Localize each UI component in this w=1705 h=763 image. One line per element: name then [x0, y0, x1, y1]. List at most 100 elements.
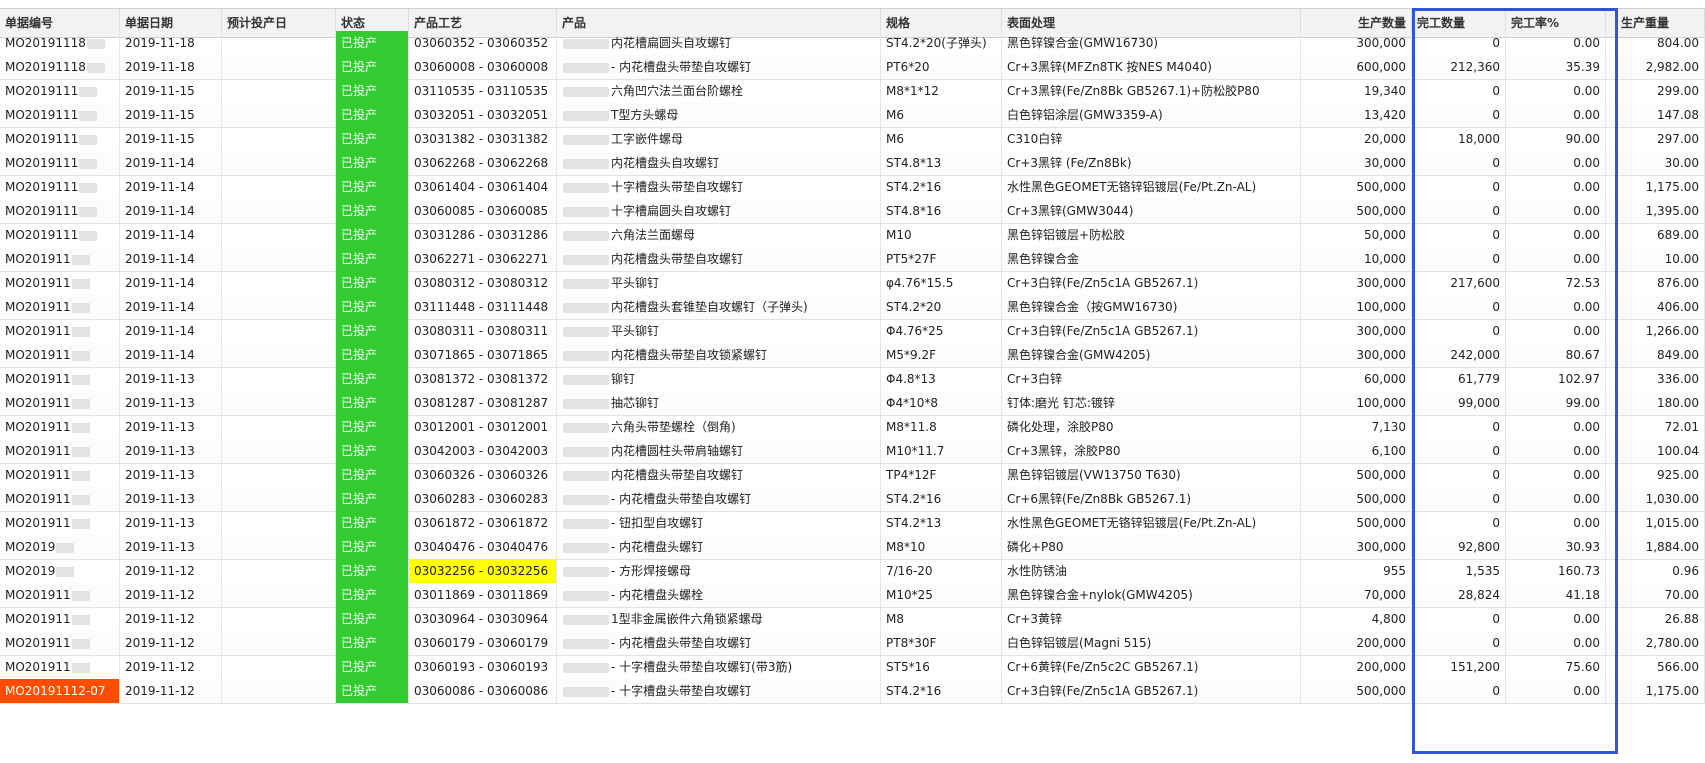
weight-cell: 1,175.00 [1616, 175, 1705, 199]
table-row[interactable]: MO201911 2019-11-12 已投产 03030964 - 03030964… [0, 607, 1705, 632]
table-row[interactable]: MO201911 2019-11-12 已投产 03060193 - 03060193… [0, 655, 1705, 680]
weight-cell: 30.00 [1616, 151, 1705, 175]
product-cell: 抽芯铆钉 [557, 391, 881, 415]
table-row[interactable]: MO201911 2019-11-13 已投产 03012001 - 03012001… [0, 415, 1705, 440]
product-name-text: - 十字槽盘头带垫自攻螺钉(带3筋) [611, 660, 793, 674]
done-rate-cell: 0.00 [1506, 31, 1606, 55]
surface-cell: Cr+3黄锌 [1002, 607, 1301, 631]
spec-cell: PT8*30F [881, 631, 1002, 655]
redacted-block [71, 446, 90, 457]
redacted-block [563, 326, 609, 337]
table-row[interactable]: MO201911 2019-11-14 已投产 03111448 - 03111448… [0, 295, 1705, 320]
process-cell: 03032051 - 03032051 [409, 103, 557, 127]
table-row[interactable]: MO2019111 2019-11-15 已投产 03032051 - 0303205… [0, 103, 1705, 128]
table-row[interactable]: MO2019111 2019-11-14 已投产 03031286 - 0303128… [0, 223, 1705, 248]
done-qty-cell: 0 [1412, 319, 1506, 343]
redacted-block [563, 590, 609, 601]
redacted-block [71, 614, 90, 625]
spec-cell: M6 [881, 103, 1002, 127]
done-qty-cell: 1,535 [1412, 559, 1506, 583]
table-row[interactable]: MO201911 2019-11-13 已投产 03060326 - 03060326… [0, 463, 1705, 488]
doc-date-cell: 2019-11-18 [120, 31, 222, 55]
table-row[interactable]: MO201911 2019-11-14 已投产 03071865 - 03071865… [0, 343, 1705, 368]
qty-cell: 70,000 [1301, 583, 1412, 607]
done-rate-cell: 0.00 [1506, 175, 1606, 199]
table-row[interactable]: MO2019 2019-11-13 已投产 03040476 - 03040476 - … [0, 535, 1705, 560]
done-rate-cell: 0.00 [1506, 199, 1606, 223]
table-row[interactable]: MO201911 2019-11-12 已投产 03060179 - 03060179… [0, 631, 1705, 656]
doc-no-cell: MO2019111 [0, 127, 120, 151]
table-row[interactable]: MO201911 2019-11-13 已投产 03061872 - 03061872… [0, 511, 1705, 536]
surface-cell: 钉体:磨光 钉芯:镀锌 [1002, 391, 1301, 415]
done-rate-cell: 0.00 [1506, 487, 1606, 511]
spec-cell: M8*10 [881, 535, 1002, 559]
doc-date-cell: 2019-11-15 [120, 103, 222, 127]
plan-date-cell [222, 463, 336, 487]
product-cell: 内花槽盘头套锥垫自攻螺钉（子弹头) [557, 295, 881, 319]
plan-date-cell [222, 559, 336, 583]
weight-cell: 849.00 [1616, 343, 1705, 367]
product-name-text: 内花槽盘头套锥垫自攻螺钉（子弹头) [611, 300, 808, 314]
redacted-block [563, 86, 609, 97]
table-row[interactable]: MO2019111 2019-11-14 已投产 03060085 - 0306008… [0, 199, 1705, 224]
doc-no-text: MO201911 [5, 588, 71, 602]
table-row[interactable]: MO201911 2019-11-13 已投产 03060283 - 03060283… [0, 487, 1705, 512]
doc-no-text: MO2019111 [5, 204, 79, 218]
product-cell: 内花槽圆柱头带肩轴螺钉 [557, 439, 881, 463]
surface-cell: 黑色锌铝镀层+防松胶 [1002, 223, 1301, 247]
doc-no-text: MO20191118 [5, 36, 86, 50]
table-row[interactable]: MO2019111 2019-11-15 已投产 03110535 - 0311053… [0, 79, 1705, 104]
done-qty-cell: 99,000 [1412, 391, 1506, 415]
table-row[interactable]: MO201911 2019-11-14 已投产 03080312 - 03080312… [0, 271, 1705, 296]
table-row[interactable]: MO201911 2019-11-12 已投产 03011869 - 03011869… [0, 583, 1705, 608]
table-row[interactable]: MO201911 2019-11-14 已投产 03080311 - 03080311… [0, 319, 1705, 344]
redacted-block [71, 374, 90, 385]
plan-date-cell [222, 151, 336, 175]
doc-no-cell: MO2019111 [0, 175, 120, 199]
table-row[interactable]: MO201911 2019-11-13 已投产 03042003 - 03042003… [0, 439, 1705, 464]
surface-cell: Cr+3白锌(Fe/Zn5c1A GB5267.1) [1002, 679, 1301, 703]
table-row[interactable]: MO20191112-07 2019-11-12 已投产 03060086 - 030… [0, 679, 1705, 704]
spec-cell: M10*11.7 [881, 439, 1002, 463]
plan-date-cell [222, 223, 336, 247]
done-rate-cell: 35.39 [1506, 55, 1606, 79]
table-row[interactable]: MO20191118 2019-11-18 已投产 03060008 - 030600… [0, 55, 1705, 80]
doc-no-cell: MO201911 [0, 463, 120, 487]
doc-no-cell: MO201911 [0, 655, 120, 679]
done-rate-cell: 0.00 [1506, 151, 1606, 175]
table-row[interactable]: MO20191118 2019-11-18 已投产 03060352 - 030603… [0, 31, 1705, 56]
spec-cell: ST4.8*16 [881, 199, 1002, 223]
weight-cell: 1,884.00 [1616, 535, 1705, 559]
redacted-block [79, 134, 98, 145]
redacted-block [71, 470, 90, 481]
weight-cell: 0.96 [1616, 559, 1705, 583]
product-cell: 内花槽盘头带垫自攻螺钉 [557, 463, 881, 487]
weight-cell: 2,982.00 [1616, 55, 1705, 79]
status-badge: 已投产 [336, 343, 409, 367]
surface-cell: Cr+3黑锌(GMW3044) [1002, 199, 1301, 223]
surface-cell: 黑色锌镍合金(GMW16730) [1002, 31, 1301, 55]
spec-cell: M8 [881, 607, 1002, 631]
doc-no-text: MO201911 [5, 348, 71, 362]
table-row[interactable]: MO2019 2019-11-12 已投产 03032256 - 03032256 - … [0, 559, 1705, 584]
done-qty-cell: 0 [1412, 415, 1506, 439]
table-row[interactable]: MO201911 2019-11-14 已投产 03062271 - 03062271… [0, 247, 1705, 272]
status-badge: 已投产 [336, 295, 409, 319]
table-row[interactable]: MO201911 2019-11-13 已投产 03081287 - 03081287… [0, 391, 1705, 416]
table-row[interactable]: MO201911 2019-11-13 已投产 03081372 - 03081372… [0, 367, 1705, 392]
doc-no-text: MO2019111 [5, 180, 79, 194]
table-row[interactable]: MO2019111 2019-11-14 已投产 03061404 - 0306140… [0, 175, 1705, 200]
table-row[interactable]: MO2019111 2019-11-15 已投产 03031382 - 0303138… [0, 127, 1705, 152]
qty-cell: 500,000 [1301, 511, 1412, 535]
qty-cell: 300,000 [1301, 271, 1412, 295]
qty-cell: 100,000 [1301, 295, 1412, 319]
weight-cell: 70.00 [1616, 583, 1705, 607]
done-qty-cell: 0 [1412, 247, 1506, 271]
done-qty-cell: 0 [1412, 511, 1506, 535]
doc-date-cell: 2019-11-14 [120, 151, 222, 175]
weight-cell: 180.00 [1616, 391, 1705, 415]
table-row[interactable]: MO2019111 2019-11-14 已投产 03062268 - 0306226… [0, 151, 1705, 176]
product-cell: - 内花槽盘头带垫自攻螺钉 [557, 55, 881, 79]
redacted-block [563, 422, 609, 433]
doc-no-cell: MO20191112-07 [0, 679, 120, 703]
